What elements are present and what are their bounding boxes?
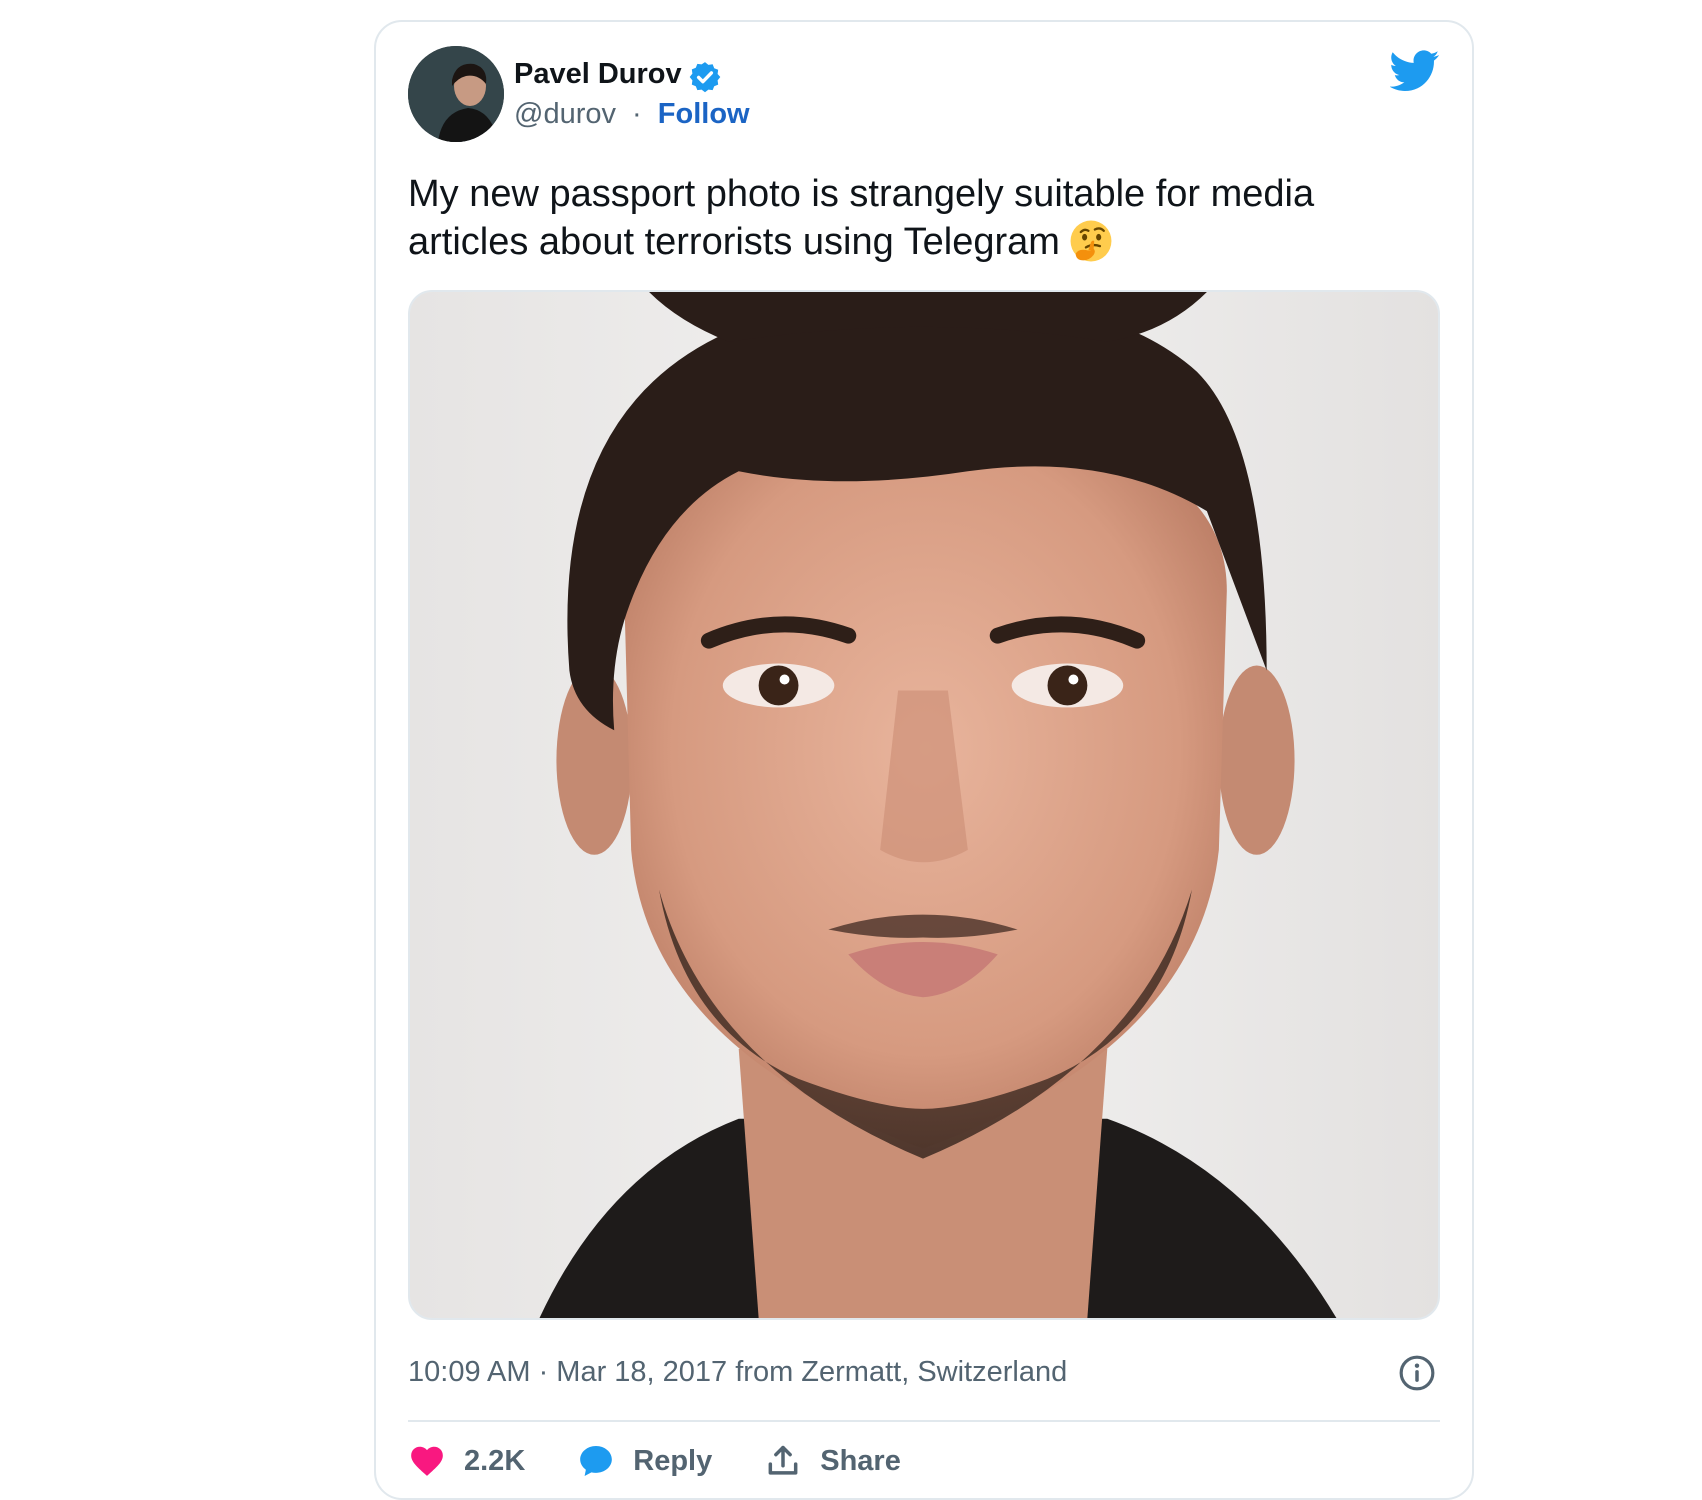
avatar[interactable] — [408, 46, 504, 142]
like-count: 2.2K — [464, 1444, 526, 1477]
tweet-timestamp[interactable]: 10:09 AM · Mar 18, 2017 from Zermatt, Sw… — [408, 1356, 1067, 1389]
tweet-card: Pavel Durov @durov · Follow My new passp… — [374, 20, 1474, 1500]
avatar-image — [408, 46, 504, 142]
thinking-face-icon — [1070, 220, 1112, 262]
author-handle[interactable]: @durov — [514, 98, 616, 130]
info-icon[interactable] — [1398, 1354, 1436, 1392]
handle-separator: · — [632, 98, 642, 130]
handle-row: @durov · Follow — [514, 98, 750, 131]
speech-bubble-icon — [580, 1445, 613, 1477]
heart-icon — [411, 1446, 443, 1476]
tweet-body: My new passport photo is strangely suita… — [408, 173, 1315, 263]
verified-badge-icon — [689, 62, 721, 93]
like-button[interactable]: 2.2K — [408, 1442, 525, 1480]
tweet-text: My new passport photo is strangely suita… — [408, 170, 1418, 266]
portrait-photo — [410, 292, 1438, 1318]
author-name[interactable]: Pavel Durov — [514, 58, 682, 91]
divider — [408, 1420, 1440, 1422]
share-label: Share — [820, 1444, 901, 1477]
twitter-bird-icon[interactable] — [1390, 50, 1440, 92]
reply-button[interactable]: Reply — [577, 1442, 712, 1480]
share-upload-icon — [768, 1445, 798, 1475]
share-button[interactable]: Share — [764, 1442, 901, 1480]
follow-link[interactable]: Follow — [658, 98, 750, 130]
action-bar: 2.2K Reply Share — [408, 1436, 953, 1486]
reply-label: Reply — [633, 1444, 713, 1477]
tweet-photo[interactable] — [408, 290, 1440, 1320]
